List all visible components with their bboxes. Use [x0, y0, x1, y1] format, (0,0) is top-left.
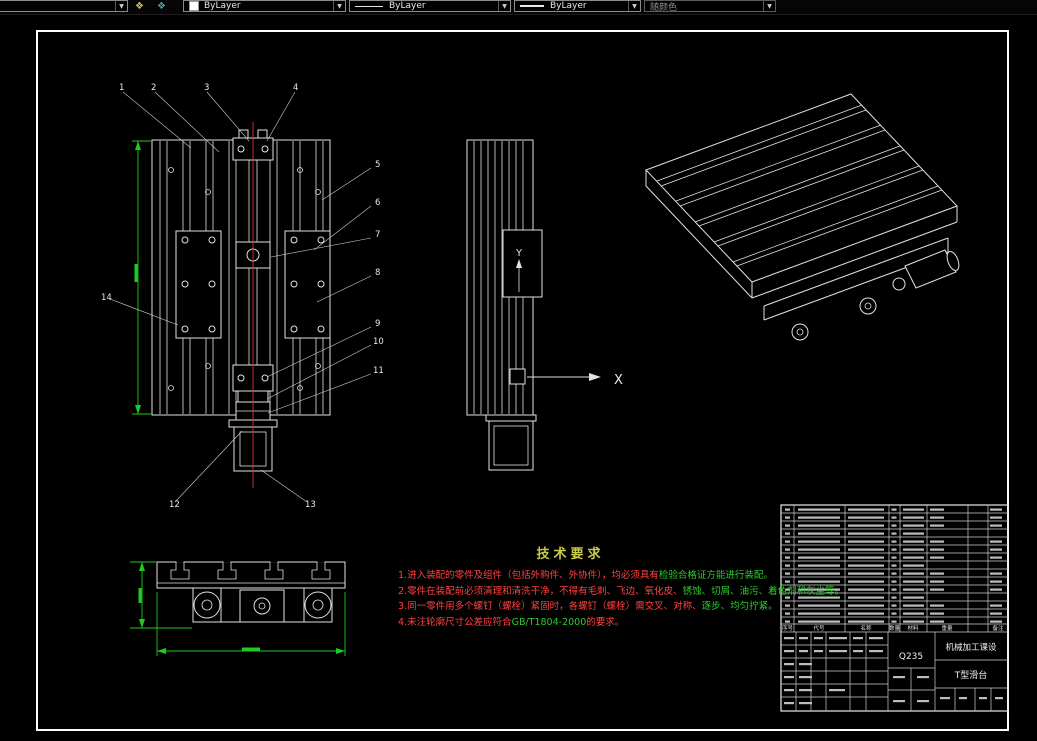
chevron-down-icon[interactable]: ▼ — [498, 1, 510, 11]
plotstyle-combo: 随颜色 ▼ — [644, 0, 776, 13]
color-combo[interactable]: ByLayer ▼ — [183, 0, 346, 12]
layer-stack-icon: ❖ — [157, 0, 166, 12]
bom-header-6: 重量 — [941, 624, 953, 632]
callout-label-6: 6 — [375, 198, 380, 208]
chevron-down-icon: ▼ — [763, 1, 775, 11]
title-block: 序号 代号 名称 数量 材料 重量 备注 Q235 机械加工课设 T型滑台 — [780, 504, 1009, 712]
lineweight-combo-value: ByLayer — [550, 1, 587, 11]
layers-icon: ❖ — [135, 0, 144, 12]
callout-label-14: 14 — [101, 293, 112, 303]
front-view — [151, 122, 331, 488]
table-thickness — [645, 170, 958, 299]
linetype-combo-value: ByLayer — [389, 1, 426, 11]
front-view-dimension — [132, 140, 151, 415]
callout-label-5: 5 — [375, 160, 380, 170]
callout-label-9: 9 — [375, 319, 380, 329]
linetype-combo[interactable]: ByLayer ▼ — [349, 0, 511, 12]
plotstyle-combo-value: 随颜色 — [650, 2, 678, 13]
right-roller — [304, 591, 332, 619]
isometric-view — [645, 93, 960, 341]
tech-note-3: 3.同一零件用多个螺钉（螺栓）紧固时，各螺钉（螺栓）需交叉、对称、逐步、均匀拧紧… — [398, 601, 778, 612]
tech-note-4: 4.未注轮廓尺寸公差应符合GB/T1804-2000的要求。 — [398, 616, 625, 628]
x-axis-label: X — [614, 373, 623, 388]
ucs-box — [502, 229, 543, 298]
iso-coupling — [892, 277, 906, 291]
bom-header-5: 材料 — [907, 624, 919, 632]
callout-label-1: 1 — [119, 83, 124, 93]
linetype-preview-icon — [355, 5, 383, 7]
center-nut-block — [239, 589, 285, 623]
technical-requirements: 技术要求 1.进入装配的零件及组件（包括外购件、外协件），均必须具有检验合格证方… — [398, 543, 845, 630]
technical-requirements-notes: 1.进入装配的零件及组件（包括外购件、外协件），均必须具有检验合格证方能进行装配… — [398, 568, 845, 630]
iso-base-assembly — [763, 237, 960, 341]
motor-flange-side — [485, 414, 537, 422]
bom-rows — [785, 508, 1002, 623]
drawing-name: T型滑台 — [954, 669, 988, 681]
unit-name: 机械加工课设 — [945, 642, 997, 653]
callout-label-8: 8 — [375, 268, 380, 278]
lineweight-preview-icon — [520, 5, 544, 7]
layer-properties-button[interactable]: ❖ — [152, 0, 171, 13]
dimension-text — [242, 647, 260, 651]
tech-note-2: 2.零件在装配前必须清理和清洗干净，不得有毛刺、飞边、氧化皮、锈蚀、切屑、油污、… — [398, 585, 845, 597]
callout-label-10: 10 — [373, 337, 384, 347]
left-roller-bracket — [192, 588, 222, 623]
callout-label-7: 7 — [375, 230, 380, 240]
callout-label-4: 4 — [293, 83, 298, 93]
material-value: Q235 — [899, 652, 923, 662]
layer-combo[interactable]: ▼ — [0, 0, 128, 12]
tech-note-1: 1.进入装配的零件及组件（包括外购件、外协件），均必须具有检验合格证方能进行装配… — [398, 570, 773, 581]
dimension-text — [138, 588, 142, 603]
side-view: Y X — [466, 139, 623, 471]
callout-label-13: 13 — [305, 500, 316, 510]
left-roller — [193, 591, 221, 619]
bom-header-4: 数量 — [889, 624, 901, 632]
callout-label-11: 11 — [373, 366, 384, 376]
callout-label-12: 12 — [169, 500, 180, 510]
dimension-text — [134, 264, 138, 282]
right-roller-bracket — [303, 588, 333, 623]
y-axis-label: Y — [515, 248, 523, 259]
left-carriage — [175, 230, 222, 339]
layer-state-icons — [0, 2, 115, 11]
section-view — [130, 560, 346, 656]
callout-label-2: 2 — [151, 83, 156, 93]
callout-label-3: 3 — [204, 83, 209, 93]
properties-toolbar: ▼ ❖ ❖ ByLayer ▼ ByLayer ▼ ByLayer ▼ 随颜色 … — [0, 0, 1037, 15]
chevron-down-icon[interactable]: ▼ — [115, 1, 127, 11]
technical-requirements-title: 技术要求 — [536, 547, 605, 562]
iso-foot — [791, 323, 809, 341]
section-dimensions — [130, 561, 346, 656]
bom-header-1: 序号 — [782, 624, 794, 632]
bom-header-7: 备注 — [992, 624, 1004, 632]
bom-header-2: 代号 — [813, 624, 825, 632]
chevron-down-icon[interactable]: ▼ — [628, 1, 640, 11]
color-swatch-icon — [189, 1, 199, 11]
lineweight-combo[interactable]: ByLayer ▼ — [514, 0, 641, 12]
t-slot-profiles — [170, 562, 331, 580]
bom-header-row: 序号 代号 名称 数量 材料 重量 备注 — [782, 624, 1004, 632]
color-combo-value: ByLayer — [204, 1, 241, 11]
motor-body-side — [488, 420, 534, 471]
cad-application-window: ▼ ❖ ❖ ByLayer ▼ ByLayer ▼ ByLayer ▼ 随颜色 … — [0, 0, 1037, 741]
iso-grooves — [656, 104, 943, 267]
ucs-origin — [509, 368, 526, 385]
bom-header-3: 名称 — [860, 624, 872, 632]
chevron-down-icon[interactable]: ▼ — [333, 1, 345, 11]
iso-foot — [859, 297, 877, 315]
make-object-layer-current-button[interactable]: ❖ — [130, 0, 149, 13]
